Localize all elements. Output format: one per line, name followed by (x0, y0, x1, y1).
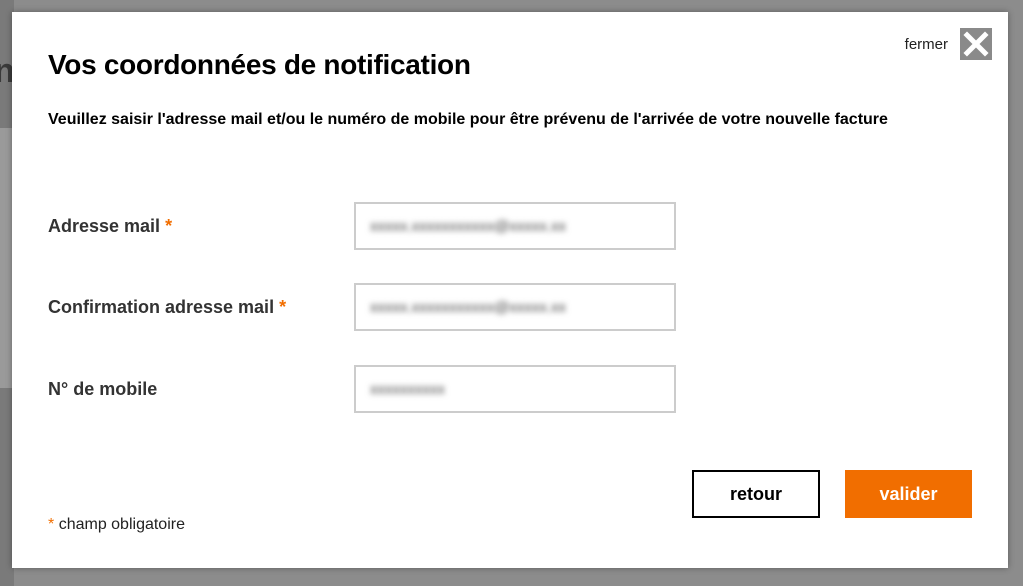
submit-button[interactable]: valider (845, 470, 972, 518)
email-confirm-row: Confirmation adresse mail * (48, 283, 676, 331)
email-field[interactable] (354, 202, 676, 250)
required-marker: * (165, 215, 173, 236)
mobile-field[interactable] (354, 365, 676, 413)
required-marker: * (279, 296, 287, 317)
modal-title: Vos coordonnées de notification (48, 49, 471, 80)
notification-modal: fermer Vos coordonnées de notification V… (12, 12, 1008, 568)
mobile-input[interactable] (368, 366, 674, 412)
close-icon[interactable] (960, 28, 992, 60)
email-input[interactable] (368, 203, 674, 249)
mobile-row: N° de mobile (48, 365, 676, 413)
modal-subtitle: Veuillez saisir l'adresse mail et/ou le … (48, 111, 888, 128)
back-button[interactable]: retour (692, 470, 820, 518)
email-confirm-input[interactable] (368, 284, 674, 330)
email-confirm-label: Confirmation adresse mail * (48, 296, 287, 317)
email-label: Adresse mail * (48, 215, 173, 236)
required-footnote: * champ obligatoire (48, 516, 185, 534)
email-row: Adresse mail * (48, 202, 676, 250)
close-label[interactable]: fermer (905, 36, 948, 53)
footnote-star: * (48, 516, 55, 533)
email-confirm-field[interactable] (354, 283, 676, 331)
close-control[interactable]: fermer (905, 28, 992, 60)
footnote-text: champ obligatoire (58, 516, 185, 533)
mobile-label: N° de mobile (48, 378, 158, 399)
